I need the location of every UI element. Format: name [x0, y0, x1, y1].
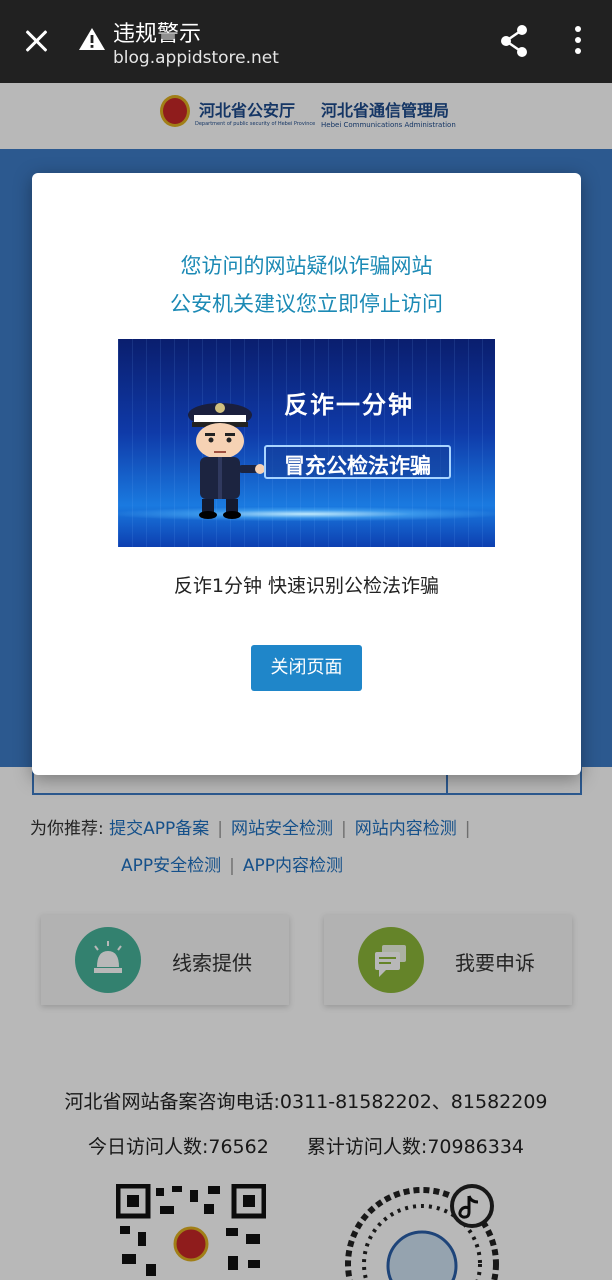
browser-toolbar: 违规警示 blog.appidstore.net — [0, 0, 612, 83]
banner-subtitle-box: 冒充公检法诈骗 — [264, 445, 451, 479]
close-icon[interactable] — [18, 24, 54, 60]
fraud-warning-dialog: 您访问的网站疑似诈骗网站 公安机关建议您立即停止访问 反诈一分钟 冒充公检法诈骗… — [32, 173, 581, 775]
banner-caption: 反诈1分钟 快速识别公检法诈骗 — [173, 575, 440, 597]
more-vert-icon[interactable] — [566, 26, 590, 56]
warning-line-1: 您访问的网站疑似诈骗网站 — [180, 254, 433, 278]
banner-title: 反诈一分钟 — [284, 391, 414, 419]
warning-icon — [79, 28, 105, 50]
warning-line-2: 公安机关建议您立即停止访问 — [170, 292, 443, 316]
anti-fraud-banner: 反诈一分钟 冒充公检法诈骗 — [118, 339, 495, 547]
page-url: blog.appidstore.net — [113, 48, 279, 68]
banner-subtitle: 冒充公检法诈骗 — [284, 454, 431, 478]
page-title: 违规警示 — [113, 22, 202, 47]
police-cartoon-icon — [188, 403, 265, 519]
close-page-button[interactable]: 关闭页面 — [251, 645, 362, 691]
share-icon[interactable] — [498, 24, 530, 58]
